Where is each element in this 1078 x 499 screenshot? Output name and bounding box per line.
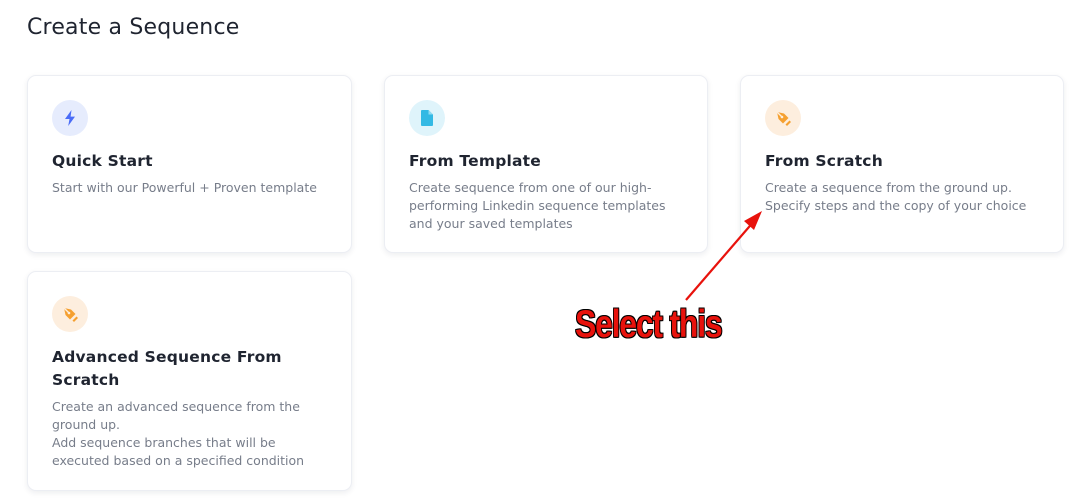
from-template-card[interactable]: From Template Create sequence from one o…: [384, 75, 708, 253]
card-title: From Template: [409, 152, 542, 170]
pen-nib-icon: [52, 296, 88, 332]
create-sequence-page: Create a Sequence Quick Start Start with…: [0, 0, 1078, 499]
lightning-icon: [52, 100, 88, 136]
page-title: Create a Sequence: [27, 15, 240, 40]
from-scratch-card[interactable]: From Scratch Create a sequence from the …: [740, 75, 1064, 253]
card-description: Start with our Powerful + Proven templat…: [52, 180, 317, 195]
advanced-sequence-card[interactable]: Advanced Sequence From Scratch Create an…: [27, 271, 352, 491]
pen-nib-icon: [765, 100, 801, 136]
quick-start-card[interactable]: Quick Start Start with our Powerful + Pr…: [27, 75, 352, 253]
card-description-line: Create an advanced sequence from the gro…: [52, 399, 300, 432]
document-icon: [409, 100, 445, 136]
card-title: From Scratch: [765, 152, 883, 170]
card-title: Quick Start: [52, 152, 153, 170]
annotation-label: Select this: [575, 303, 723, 346]
card-title: Advanced Sequence From Scratch: [52, 348, 282, 389]
card-description: Create an advanced sequence from the gro…: [52, 398, 327, 470]
card-description-line: Add sequence branches that will be execu…: [52, 435, 305, 468]
card-description: Create a sequence from the ground up. Sp…: [765, 180, 1027, 213]
card-description: Create sequence from one of our high-per…: [409, 180, 666, 231]
